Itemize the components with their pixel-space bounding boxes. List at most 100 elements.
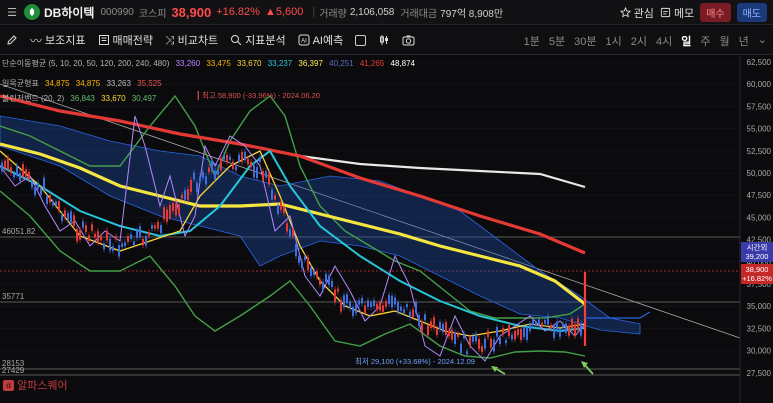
current-price-badge-pct: +16.82%: [742, 274, 772, 283]
candle-body: [328, 275, 330, 285]
candle-body: [256, 167, 258, 179]
candle-body: [232, 161, 234, 170]
candle-body: [541, 322, 543, 327]
trend-icon: 〰: [30, 33, 43, 48]
candle-body: [565, 323, 567, 333]
indicator-label: 보조지표: [45, 35, 86, 47]
bollinger-legend[interactable]: 볼린저밴드 (20, 2) 36,843 33,670 30,497: [2, 93, 160, 104]
candle-body: [157, 222, 159, 229]
period-week[interactable]: 주: [700, 33, 710, 49]
strategy-label: 매매전략: [112, 35, 153, 47]
candle-body: [490, 338, 492, 348]
candle-body: [547, 315, 549, 325]
candle-body: [28, 171, 30, 180]
strategy-icon: [98, 35, 109, 45]
ai-predict-label: AI예측: [312, 35, 344, 47]
candle-body: [151, 225, 153, 229]
candle-body: [418, 315, 420, 326]
period-month[interactable]: 월: [720, 33, 730, 49]
candle-body: [301, 261, 303, 268]
period-year[interactable]: 년: [739, 33, 749, 49]
candle-body: [511, 334, 513, 340]
period-5min[interactable]: 5분: [549, 33, 565, 49]
memo-icon: [660, 7, 671, 18]
watch-button[interactable]: 관심: [619, 5, 654, 21]
screenshot-button[interactable]: [402, 34, 415, 46]
candle-body: [406, 304, 408, 308]
sell-button[interactable]: 매도: [736, 3, 767, 22]
chart-canvas[interactable]: 62,500 60,000 57,500 55,000 52,500 50,000 47,5…: [0, 56, 773, 403]
candle-body: [46, 196, 48, 204]
compare-button[interactable]: ⤨ 비교차트: [165, 32, 218, 48]
candle-body: [214, 170, 216, 180]
draw-tool-button[interactable]: [6, 34, 18, 46]
candle-body: [532, 318, 534, 326]
ichimoku-legend[interactable]: 일목균형표 34,875 34,875 33,263 35,525: [2, 78, 166, 89]
candle-type-button[interactable]: [378, 34, 390, 46]
candle-body: [442, 323, 444, 333]
candle-body: [127, 236, 129, 242]
y-tick-label: 32,500: [747, 324, 772, 333]
ma-legend[interactable]: 단순이동평균 (5, 10, 20, 50, 120, 200, 240, 48…: [2, 58, 419, 69]
price-chart[interactable]: 62,500 60,000 57,500 55,000 52,500 50,000 47,5…: [0, 56, 773, 403]
candle-body: [577, 318, 579, 331]
layout-icon[interactable]: [355, 34, 367, 46]
period-1min[interactable]: 1분: [524, 33, 540, 49]
menu-icon[interactable]: ☰: [6, 6, 18, 19]
candle-body: [124, 242, 126, 246]
candle-body: [556, 321, 558, 331]
candle-body: [361, 297, 363, 304]
candle-body: [574, 323, 576, 337]
period-day[interactable]: 일: [681, 33, 691, 49]
buy-button[interactable]: 매수: [700, 3, 731, 22]
candle-body: [283, 206, 285, 214]
candle-body: [139, 226, 141, 237]
candle-body: [91, 224, 93, 231]
more-options-icon[interactable]: ⌄: [758, 33, 767, 49]
compare-icon: ⤨: [164, 32, 175, 47]
after-hours-value: 39,200: [746, 252, 769, 261]
period-30min[interactable]: 30분: [574, 33, 596, 49]
period-1h[interactable]: 1시: [606, 33, 622, 49]
memo-button[interactable]: 메모: [660, 5, 694, 21]
candle-body: [142, 238, 144, 246]
candle-body: [313, 270, 315, 276]
candle-body: [205, 176, 207, 185]
stock-name[interactable]: DB하이텍: [44, 4, 94, 21]
ai-predict-button[interactable]: AI AI예측: [298, 32, 344, 48]
stock-header: ☰ DB하이텍 000990 코스피 38,900 +16.82% ▲5,600…: [0, 0, 773, 25]
candle-body: [493, 339, 495, 352]
camera-icon: [402, 35, 415, 46]
candle-body: [364, 305, 366, 314]
candle-body: [310, 267, 312, 276]
indicator-button[interactable]: 〰 보조지표: [30, 32, 86, 49]
candle-body: [118, 245, 120, 257]
analysis-button[interactable]: 지표분석: [230, 32, 286, 48]
candle-body: [325, 273, 327, 282]
period-2h[interactable]: 2시: [631, 33, 647, 49]
ma-legend-value: 33,237: [267, 59, 293, 68]
candle-body: [376, 303, 378, 310]
candle-body: [58, 201, 60, 211]
candle-body: [472, 336, 474, 342]
bollinger-legend-value: 30,497: [131, 94, 157, 103]
candle-body: [478, 338, 480, 350]
candle-body: [343, 295, 345, 308]
candle-body: [457, 333, 459, 337]
candle-body: [133, 241, 135, 246]
bollinger-legend-value: 33,670: [101, 94, 126, 103]
candle-body: [427, 325, 429, 336]
svg-text:AI: AI: [301, 39, 307, 45]
candle-body: [265, 171, 267, 178]
chart-toolbar: 〰 보조지표 매매전략 ⤨ 비교차트 지표분석 AI AI예측 1분 5분 30…: [0, 26, 773, 55]
candle-body: [295, 243, 297, 257]
candle-body: [16, 165, 18, 176]
candle-body: [190, 179, 192, 192]
period-4h[interactable]: 4시: [656, 33, 672, 49]
strategy-button[interactable]: 매매전략: [98, 32, 153, 48]
candle-body: [193, 172, 195, 180]
candle-body: [274, 195, 276, 200]
candle-body: [211, 160, 213, 171]
candle-body: [469, 337, 471, 346]
level-label-2: 35771: [2, 292, 25, 301]
